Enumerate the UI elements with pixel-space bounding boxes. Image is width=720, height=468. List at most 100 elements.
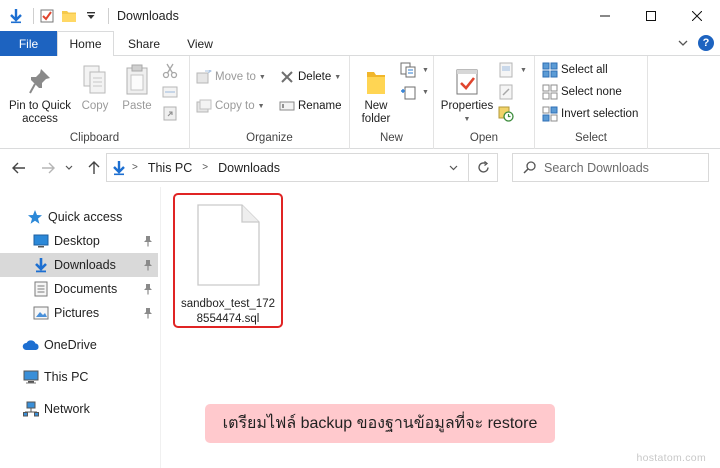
nav-item-downloads[interactable]: Downloads (0, 253, 158, 277)
file-item-sql[interactable]: sandbox_test_172 8554474.sql (173, 193, 283, 328)
pane-divider[interactable] (160, 187, 161, 468)
refresh-button[interactable] (468, 154, 497, 181)
open-button[interactable]: ▼ (498, 61, 527, 79)
nav-label: Downloads (54, 258, 116, 272)
nav-item-this-pc[interactable]: This PC (0, 365, 158, 389)
recent-locations-button[interactable] (62, 158, 76, 178)
watermark: hostatom.com (636, 452, 706, 464)
tab-file[interactable]: File (0, 31, 57, 56)
invert-selection-icon (542, 106, 558, 122)
group-clipboard: Pin to Quick access Copy Paste Clipboard (0, 56, 190, 149)
arrow-left-icon (12, 162, 25, 174)
nav-item-desktop[interactable]: Desktop (0, 229, 158, 253)
copy-icon (82, 62, 108, 96)
refresh-icon (477, 161, 489, 173)
copy-label: Copy (81, 100, 109, 112)
properties-label: Properties (440, 100, 494, 112)
paste-icon (124, 62, 150, 96)
search-box[interactable] (512, 153, 709, 182)
pin-icon[interactable] (142, 306, 154, 320)
open-icon (498, 62, 514, 78)
group-label-open: Open (469, 132, 499, 144)
nav-label: Quick access (48, 210, 123, 224)
help-button[interactable]: ? (698, 35, 714, 51)
ribbon: Pin to Quick access Copy Paste Clipboard… (0, 56, 720, 149)
invert-selection-label: Invert selection (561, 108, 639, 120)
forward-button[interactable] (38, 158, 58, 178)
address-bar[interactable]: > This PC > Downloads (106, 153, 498, 182)
copy-path-button[interactable] (162, 83, 181, 101)
maximize-button[interactable] (628, 0, 674, 31)
download-arrow-icon (7, 7, 25, 25)
nav-item-pictures[interactable]: Pictures (0, 301, 158, 325)
tab-view[interactable]: View (176, 31, 224, 56)
up-button[interactable] (84, 158, 104, 178)
scissors-icon (162, 63, 178, 79)
back-button[interactable] (9, 158, 29, 178)
navigation-pane: Quick access Desktop Downloads Documents (0, 197, 160, 468)
dropdown-caret-icon: ▼ (463, 116, 471, 123)
group-label-select: Select (575, 132, 607, 144)
cloud-icon (22, 336, 40, 354)
easy-access-button[interactable]: ▼ (400, 83, 429, 101)
ribbon-tabs: File Home Share View ? (0, 31, 720, 57)
nav-item-documents[interactable]: Documents (0, 277, 158, 301)
computer-icon (22, 368, 40, 386)
dropdown-caret-icon: ▼ (422, 88, 429, 96)
paste-shortcut-button[interactable] (162, 104, 181, 122)
nav-item-network[interactable]: Network (0, 397, 158, 421)
tab-share[interactable]: Share (118, 31, 170, 56)
tab-home[interactable]: Home (57, 31, 114, 57)
customize-dropdown-icon[interactable] (82, 7, 100, 25)
group-label-new: New (379, 132, 403, 144)
pin-to-quick-access-button[interactable]: Pin to Quick access (6, 62, 74, 126)
copy-path-icon (162, 84, 178, 100)
select-none-icon (542, 84, 558, 100)
select-none-button[interactable]: Select none (542, 83, 622, 101)
history-button[interactable] (498, 105, 517, 123)
properties-check-icon[interactable] (38, 7, 56, 25)
annotation-caption: เตรียมไฟล์ backup ของฐานข้อมูลที่จะ rest… (205, 404, 555, 443)
copy-button[interactable]: Copy (76, 62, 114, 113)
edit-button[interactable] (498, 83, 517, 101)
new-folder-icon[interactable] (60, 7, 78, 25)
chevron-down-icon (65, 165, 73, 170)
breadcrumb-separator-icon: > (202, 162, 209, 173)
minimize-button[interactable] (582, 0, 628, 31)
cut-button[interactable] (162, 62, 181, 80)
dropdown-caret-icon: ▼ (422, 66, 429, 74)
nav-label: Documents (54, 282, 118, 296)
properties-button[interactable]: Properties ▼ (439, 62, 495, 126)
ribbon-right-controls: ? (678, 35, 714, 51)
pin-icon[interactable] (142, 282, 154, 296)
new-folder-button[interactable]: New folder (354, 62, 398, 126)
select-none-label: Select none (561, 86, 622, 98)
rename-button[interactable]: Rename (279, 97, 341, 115)
nav-item-onedrive[interactable]: OneDrive (0, 333, 158, 357)
group-label-organize: Organize (246, 132, 293, 144)
pin-icon[interactable] (142, 258, 154, 272)
network-icon (22, 400, 40, 418)
title-bar: Downloads (0, 0, 720, 31)
paste-button[interactable]: Paste (118, 62, 156, 113)
nav-item-quick-access[interactable]: Quick access (0, 205, 158, 229)
select-all-button[interactable]: Select all (542, 61, 608, 79)
pin-icon[interactable] (142, 234, 154, 248)
rename-icon (279, 98, 295, 114)
invert-selection-button[interactable]: Invert selection (542, 105, 638, 123)
copy-to-button[interactable]: Copy to ▼ (196, 97, 265, 115)
breadcrumb-this-pc[interactable]: This PC (148, 161, 192, 175)
group-open: Properties ▼ ▼ Open (434, 56, 535, 149)
move-to-button[interactable]: Move to ▼ (196, 68, 266, 86)
help-icon: ? (702, 37, 710, 49)
breadcrumb-downloads[interactable]: Downloads (218, 161, 280, 175)
chevron-down-icon (678, 40, 688, 46)
search-input[interactable] (544, 160, 694, 175)
file-name-line1: sandbox_test_172 (181, 298, 275, 310)
star-icon (26, 208, 44, 226)
delete-button[interactable]: Delete ▼ (279, 68, 341, 86)
new-item-button[interactable]: ▼ (400, 61, 429, 79)
expand-ribbon-button[interactable] (678, 36, 688, 50)
close-button[interactable] (674, 0, 720, 31)
address-dropdown-button[interactable] (442, 154, 464, 181)
